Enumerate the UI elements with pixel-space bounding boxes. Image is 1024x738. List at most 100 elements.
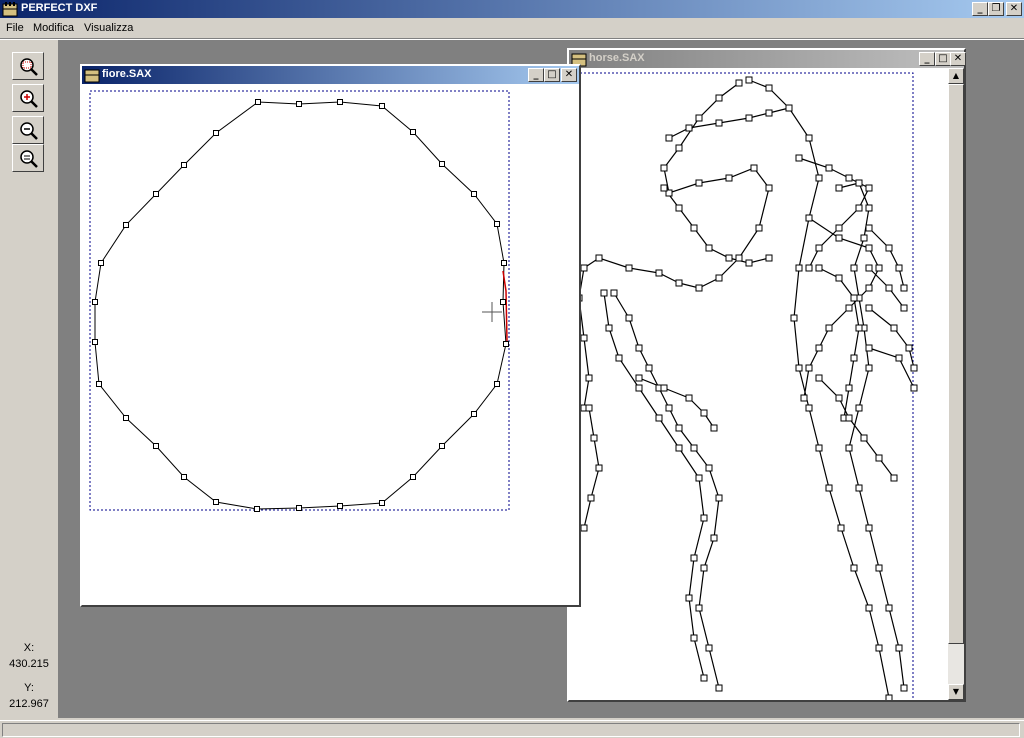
control-point bbox=[895, 644, 903, 652]
control-point bbox=[805, 214, 813, 222]
horse-vertical-scrollbar[interactable]: ▲ ▼ bbox=[948, 68, 964, 700]
close-icon: ✕ bbox=[564, 69, 574, 80]
control-point bbox=[690, 444, 698, 452]
control-point bbox=[695, 114, 703, 122]
control-point bbox=[590, 434, 598, 442]
control-point bbox=[855, 179, 863, 187]
control-point bbox=[494, 221, 500, 227]
control-point bbox=[865, 244, 873, 252]
control-point bbox=[785, 104, 793, 112]
control-point bbox=[845, 174, 853, 182]
control-point bbox=[905, 344, 913, 352]
scroll-up-button[interactable]: ▲ bbox=[948, 68, 964, 84]
fiore-minimize-button[interactable]: _ bbox=[528, 68, 544, 82]
fiore-window-title: fiore.SAX bbox=[102, 68, 152, 80]
control-point bbox=[655, 414, 663, 422]
control-point bbox=[865, 284, 873, 292]
scroll-down-button[interactable]: ▼ bbox=[948, 684, 964, 700]
minimize-icon: _ bbox=[533, 69, 539, 80]
control-point bbox=[805, 364, 813, 372]
control-point bbox=[900, 304, 908, 312]
zoom-all-button[interactable] bbox=[12, 144, 44, 172]
control-point bbox=[700, 564, 708, 572]
control-point bbox=[580, 524, 588, 532]
control-point bbox=[865, 224, 873, 232]
fiore-canvas[interactable] bbox=[82, 84, 579, 605]
control-point bbox=[890, 474, 898, 482]
zoom-in-button[interactable] bbox=[12, 84, 44, 112]
zoom-window-icon bbox=[20, 58, 38, 76]
menu-file[interactable]: File bbox=[6, 22, 24, 34]
zoom-all-icon bbox=[20, 150, 38, 168]
control-point bbox=[685, 594, 693, 602]
control-point bbox=[503, 341, 509, 347]
control-point bbox=[700, 409, 708, 417]
control-point bbox=[92, 299, 98, 305]
control-point bbox=[825, 324, 833, 332]
horse-stroke bbox=[613, 292, 720, 689]
control-point bbox=[790, 314, 798, 322]
control-point bbox=[715, 94, 723, 102]
app-icon bbox=[2, 2, 18, 17]
scroll-thumb[interactable] bbox=[948, 84, 964, 644]
horse-maximize-button[interactable]: □ bbox=[935, 52, 951, 66]
control-point bbox=[805, 134, 813, 142]
control-point bbox=[700, 514, 708, 522]
mdi-area[interactable]: horse.SAX _ □ ✕ ▲ ▼ fiore.SAX _ □ ✕ bbox=[58, 40, 1024, 718]
restore-button[interactable]: ❐ bbox=[988, 2, 1004, 16]
maximize-icon: □ bbox=[547, 69, 557, 80]
control-point bbox=[850, 264, 858, 272]
control-point bbox=[585, 404, 593, 412]
y-value: 212.967 bbox=[9, 698, 49, 710]
horse-window-titlebar[interactable]: horse.SAX _ □ ✕ bbox=[569, 50, 966, 68]
control-point bbox=[910, 364, 918, 372]
control-point bbox=[895, 354, 903, 362]
control-point bbox=[855, 324, 863, 332]
horse-close-button[interactable]: ✕ bbox=[950, 52, 966, 66]
control-point bbox=[860, 234, 868, 242]
zoom-out-button[interactable] bbox=[12, 116, 44, 144]
control-point bbox=[635, 374, 643, 382]
fiore-maximize-button[interactable]: □ bbox=[544, 68, 560, 82]
control-point bbox=[123, 415, 129, 421]
control-point bbox=[910, 384, 918, 392]
horse-stroke bbox=[868, 307, 915, 369]
control-point bbox=[675, 424, 683, 432]
control-point bbox=[815, 264, 823, 272]
horse-window[interactable]: horse.SAX _ □ ✕ ▲ ▼ bbox=[567, 48, 966, 702]
horse-canvas[interactable] bbox=[569, 68, 948, 700]
fiore-window[interactable]: fiore.SAX _ □ ✕ bbox=[80, 64, 581, 607]
control-point bbox=[900, 684, 908, 692]
app-titlebar[interactable]: PERFECT DXF _ ❐ ✕ bbox=[0, 0, 1024, 18]
control-point bbox=[865, 364, 873, 372]
menu-visualizza[interactable]: Visualizza bbox=[84, 22, 133, 34]
control-point bbox=[92, 339, 98, 345]
control-point bbox=[675, 279, 683, 287]
close-button[interactable]: ✕ bbox=[1006, 2, 1022, 16]
control-point bbox=[885, 244, 893, 252]
control-point bbox=[181, 162, 187, 168]
control-point bbox=[715, 684, 723, 692]
horse-window-title: horse.SAX bbox=[589, 52, 645, 64]
horse-minimize-button[interactable]: _ bbox=[919, 52, 935, 66]
fiore-window-titlebar[interactable]: fiore.SAX _ □ ✕ bbox=[82, 66, 579, 84]
fiore-close-button[interactable]: ✕ bbox=[561, 68, 577, 82]
control-point bbox=[471, 411, 477, 417]
y-label: Y: bbox=[24, 682, 34, 694]
menu-modifica[interactable]: Modifica bbox=[33, 22, 74, 34]
control-point bbox=[825, 484, 833, 492]
minimize-button[interactable]: _ bbox=[972, 2, 988, 16]
horse-stroke bbox=[603, 292, 705, 679]
control-point bbox=[675, 144, 683, 152]
control-point bbox=[98, 260, 104, 266]
control-point bbox=[855, 484, 863, 492]
control-point bbox=[865, 304, 873, 312]
restore-icon: ❐ bbox=[991, 3, 1001, 14]
control-point bbox=[715, 119, 723, 127]
control-point bbox=[494, 381, 500, 387]
control-point bbox=[705, 464, 713, 472]
control-point bbox=[815, 174, 823, 182]
zoom-in-icon bbox=[20, 90, 38, 108]
control-point bbox=[835, 234, 843, 242]
zoom-window-button[interactable] bbox=[12, 52, 44, 80]
